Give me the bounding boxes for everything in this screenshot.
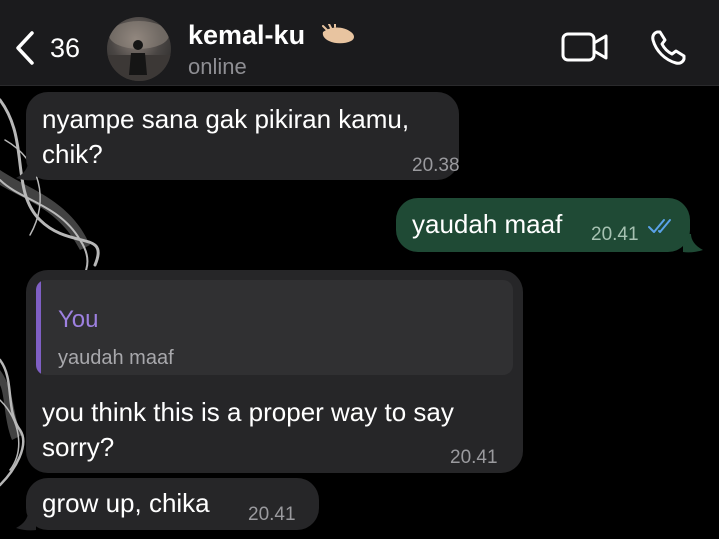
message-bubble-outgoing[interactable]: yaudah maaf 20.41 [396, 198, 690, 252]
back-button[interactable]: 36 [14, 30, 80, 66]
message-text: grow up, chika [42, 488, 210, 518]
unread-count: 36 [50, 32, 81, 63]
message-text: nyampe sana gak pikiran kamu, chik? [42, 104, 410, 169]
chat-header: 36 kemal-ku online [0, 0, 719, 86]
message-text: you think this is a proper way to say so… [42, 397, 454, 462]
phone-icon[interactable] [648, 28, 688, 68]
message-time: 20.41 [450, 447, 498, 468]
reply-author: You [58, 306, 99, 333]
contact-status: online [188, 54, 247, 79]
message-bubble-reply[interactable]: You yaudah maaf you think this is a prop… [26, 270, 523, 473]
message-time: 20.41 [591, 224, 639, 245]
contact-name[interactable]: kemal-ku [188, 20, 305, 51]
message-bubble[interactable]: grow up, chika 20.41 [26, 478, 319, 530]
video-camera-icon[interactable] [560, 30, 610, 64]
read-double-check-icon [648, 219, 671, 233]
quoted-reply[interactable]: You yaudah maaf [36, 280, 513, 375]
message-time: 20.41 [248, 504, 296, 525]
waving-hand-icon [322, 24, 354, 44]
message-time: 20.38 [412, 155, 460, 176]
chat-screen: 36 kemal-ku online nyampe sana gak pikir… [0, 0, 719, 539]
avatar[interactable] [107, 17, 171, 81]
reply-text: yaudah maaf [58, 347, 174, 369]
avatar-photo [107, 21, 171, 81]
message-text: yaudah maaf [412, 209, 563, 239]
reply-accent-bar [36, 280, 41, 375]
back-chevron-icon [16, 31, 34, 65]
message-bubble[interactable]: nyampe sana gak pikiran kamu, chik? 20.3… [26, 92, 460, 180]
